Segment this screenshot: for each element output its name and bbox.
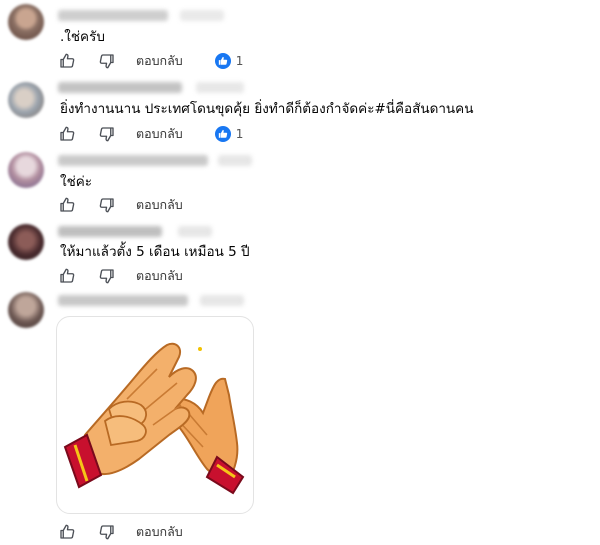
thumbs-up-icon[interactable] (58, 267, 76, 285)
thumbs-up-icon[interactable] (58, 52, 76, 70)
avatar[interactable] (8, 4, 44, 40)
comment-actions: ตอบกลับ 1 (58, 51, 243, 71)
thumbs-up-icon[interactable] (58, 523, 76, 541)
reply-button[interactable]: ตอบกลับ (136, 124, 183, 144)
thumbs-down-icon[interactable] (98, 196, 116, 214)
avatar[interactable] (8, 292, 44, 328)
thumbs-down-icon[interactable] (98, 125, 116, 143)
avatar[interactable] (8, 152, 44, 188)
reaction-count: 1 (235, 127, 244, 141)
comment-actions: ตอบกลับ (58, 266, 215, 286)
avatar[interactable] (8, 82, 44, 118)
avatar[interactable] (8, 224, 44, 260)
comment-timestamp (200, 295, 244, 306)
comment-timestamp (178, 226, 212, 237)
comment-text: .ใช่ครับ (60, 29, 105, 45)
reply-button[interactable]: ตอบกลับ (136, 51, 183, 71)
thumbs-up-icon[interactable] (58, 125, 76, 143)
thumbs-down-icon[interactable] (98, 267, 116, 285)
comment-timestamp (180, 10, 224, 21)
thumbs-down-icon[interactable] (98, 52, 116, 70)
reply-button[interactable]: ตอบกลับ (136, 522, 183, 542)
reaction-summary[interactable]: 1 (214, 53, 244, 69)
author-name[interactable] (58, 295, 188, 306)
author-name[interactable] (58, 155, 208, 166)
author-name[interactable] (58, 10, 168, 21)
comment-actions: ตอบกลับ (58, 522, 215, 542)
comment-feed: .ใช่ครับ ตอบกลับ 1 ยิ่งทำงานนาน ประเทศโด… (0, 0, 600, 545)
comment-timestamp (196, 82, 244, 93)
comment-text: ใช่ค่ะ (60, 174, 93, 190)
clapping-hands-sticker[interactable] (56, 316, 254, 514)
reply-button[interactable]: ตอบกลับ (136, 195, 183, 215)
comment-text: ให้มาแล้วตั้ง 5 เดือน เหมือน 5 ปี (60, 244, 250, 260)
like-reaction-icon (214, 53, 231, 69)
comment-actions: ตอบกลับ 1 (58, 124, 243, 144)
reaction-summary[interactable]: 1 (214, 126, 244, 142)
comment-actions: ตอบกลับ (58, 195, 215, 215)
author-name[interactable] (58, 82, 182, 93)
comment-text: ยิ่งทำงานนาน ประเทศโดนขุดคุ้ย ยิ่งทำดีก็… (60, 101, 474, 117)
reply-button[interactable]: ตอบกลับ (136, 266, 183, 286)
like-reaction-icon (214, 126, 231, 142)
thumbs-up-icon[interactable] (58, 196, 76, 214)
thumbs-down-icon[interactable] (98, 523, 116, 541)
reaction-count: 1 (235, 54, 244, 68)
comment-timestamp (218, 155, 252, 166)
author-name[interactable] (58, 226, 162, 237)
clapping-hands-icon (63, 342, 245, 495)
